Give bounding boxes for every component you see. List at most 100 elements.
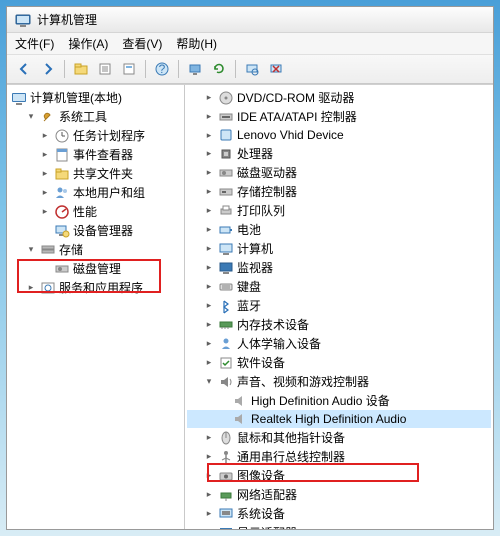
- scan-button[interactable]: [241, 58, 263, 80]
- expand-icon[interactable]: ▸: [203, 432, 215, 444]
- tree-local-users[interactable]: ▸ 本地用户和组: [9, 183, 182, 202]
- expand-icon[interactable]: ▸: [203, 470, 215, 482]
- disk_drives-icon: [218, 165, 234, 181]
- expand-icon[interactable]: ▸: [39, 149, 51, 161]
- expand-icon[interactable]: ▸: [203, 451, 215, 463]
- shared-folder-icon: [54, 166, 70, 182]
- collapse-icon[interactable]: ▾: [25, 244, 37, 256]
- device-category-computer[interactable]: ▸ 计算机: [187, 239, 491, 258]
- expand-icon[interactable]: ▸: [203, 167, 215, 179]
- collapse-icon[interactable]: ▾: [25, 111, 37, 123]
- device-category-label: 键盘: [237, 278, 261, 295]
- blank-expander: [39, 225, 51, 237]
- wrench-icon: [40, 109, 56, 125]
- expand-icon[interactable]: ▸: [203, 148, 215, 160]
- storage_ctrl-icon: [218, 184, 234, 200]
- back-button[interactable]: [13, 58, 35, 80]
- expand-icon[interactable]: ▸: [203, 243, 215, 255]
- device-category-ide[interactable]: ▸IDE ATA/ATAPI 控制器: [187, 107, 491, 126]
- expand-icon[interactable]: ▸: [203, 262, 215, 274]
- forward-button[interactable]: [37, 58, 59, 80]
- menu-file[interactable]: 文件(F): [15, 35, 54, 52]
- expand-icon[interactable]: ▸: [203, 338, 215, 350]
- filter-button[interactable]: [118, 58, 140, 80]
- expand-icon[interactable]: ▸: [203, 92, 215, 104]
- device-category-sound[interactable]: ▾ 声音、视频和游戏控制器: [187, 372, 491, 391]
- tree-services[interactable]: ▸ 服务和应用程序: [9, 278, 182, 297]
- tree-system-tools[interactable]: ▾ 系统工具: [9, 107, 182, 126]
- menu-help[interactable]: 帮助(H): [176, 35, 217, 52]
- tree-device-manager[interactable]: 设备管理器: [9, 221, 182, 240]
- expand-icon[interactable]: ▸: [203, 489, 215, 501]
- usb-icon: [218, 449, 234, 465]
- folder-button[interactable]: [70, 58, 92, 80]
- device-category-keyboard[interactable]: ▸ 键盘: [187, 277, 491, 296]
- device-category-system_dev[interactable]: ▸系统设备: [187, 504, 491, 523]
- device-category-battery[interactable]: ▸电池: [187, 220, 491, 239]
- expand-icon[interactable]: ▸: [39, 130, 51, 142]
- tree-task-scheduler[interactable]: ▸ 任务计划程序: [9, 126, 182, 145]
- device-category-usb[interactable]: ▸通用串行总线控制器: [187, 447, 491, 466]
- expand-icon[interactable]: ▸: [203, 281, 215, 293]
- device-category-label: 计算机: [237, 240, 273, 257]
- tree-storage[interactable]: ▾ 存储: [9, 240, 182, 259]
- menu-view[interactable]: 查看(V): [122, 35, 162, 52]
- tree-disk-mgmt[interactable]: 磁盘管理: [9, 259, 182, 278]
- separator: [235, 60, 236, 78]
- expand-icon[interactable]: ▸: [25, 282, 37, 294]
- device-category-storage_ctrl[interactable]: ▸存储控制器: [187, 182, 491, 201]
- device-category-memory_tech[interactable]: ▸内存技术设备: [187, 315, 491, 334]
- computer-icon-button[interactable]: [184, 58, 206, 80]
- device-category-lenovo[interactable]: ▸Lenovo Vhid Device: [187, 126, 491, 144]
- tree-shared-folders[interactable]: ▸ 共享文件夹: [9, 164, 182, 183]
- device-category-monitor[interactable]: ▸监视器: [187, 258, 491, 277]
- expand-icon[interactable]: ▸: [39, 187, 51, 199]
- uninstall-button[interactable]: [265, 58, 287, 80]
- computer-management-window: 计算机管理 文件(F) 操作(A) 查看(V) 帮助(H) ? 计算机管理(本地…: [6, 6, 494, 530]
- device-category-hid[interactable]: ▸人体学输入设备: [187, 334, 491, 353]
- expand-icon[interactable]: ▸: [203, 300, 215, 312]
- tree-event-viewer[interactable]: ▸ 事件查看器: [9, 145, 182, 164]
- device-category-display[interactable]: ▸显示适配器: [187, 523, 491, 529]
- expand-icon[interactable]: ▸: [203, 205, 215, 217]
- device-category-label: 图像设备: [237, 467, 285, 484]
- expand-icon[interactable]: ▸: [203, 224, 215, 236]
- blank-expander: [217, 413, 229, 425]
- tree-performance[interactable]: ▸ 性能: [9, 202, 182, 221]
- expand-icon[interactable]: ▸: [203, 319, 215, 331]
- device-category-software_dev[interactable]: ▸ 软件设备: [187, 353, 491, 372]
- device-category-label: 声音、视频和游戏控制器: [237, 373, 369, 390]
- device-category-print_queue[interactable]: ▸打印队列: [187, 201, 491, 220]
- expand-icon[interactable]: ▸: [39, 206, 51, 218]
- device-category-dvd[interactable]: ▸DVD/CD-ROM 驱动器: [187, 88, 491, 107]
- help-button[interactable]: ?: [151, 58, 173, 80]
- expand-icon[interactable]: ▸: [203, 527, 215, 530]
- device-category-label: 软件设备: [237, 354, 285, 371]
- device-item-realtek[interactable]: Realtek High Definition Audio: [187, 410, 491, 428]
- device-category-bluetooth[interactable]: ▸蓝牙: [187, 296, 491, 315]
- expand-icon[interactable]: ▸: [203, 508, 215, 520]
- task-scheduler-label: 任务计划程序: [73, 127, 145, 144]
- device-category-network[interactable]: ▸网络适配器: [187, 485, 491, 504]
- device-category-mouse[interactable]: ▸鼠标和其他指针设备: [187, 428, 491, 447]
- expand-icon[interactable]: ▸: [203, 111, 215, 123]
- right-tree-pane: ▸DVD/CD-ROM 驱动器▸IDE ATA/ATAPI 控制器▸Lenovo…: [185, 85, 493, 529]
- realtek-icon: [232, 411, 248, 427]
- users-icon: [54, 185, 70, 201]
- device-category-cpu[interactable]: ▸处理器: [187, 144, 491, 163]
- toolbar: ?: [7, 55, 493, 84]
- tree-root[interactable]: 计算机管理(本地): [9, 88, 182, 107]
- properties-button[interactable]: [94, 58, 116, 80]
- device-category-imaging[interactable]: ▸ 图像设备: [187, 466, 491, 485]
- memory_tech-icon: [218, 317, 234, 333]
- expand-icon[interactable]: ▸: [203, 357, 215, 369]
- device-category-disk_drives[interactable]: ▸磁盘驱动器: [187, 163, 491, 182]
- expand-icon[interactable]: ▸: [203, 186, 215, 198]
- expand-icon[interactable]: ▸: [39, 168, 51, 180]
- device-item-hd_audio[interactable]: High Definition Audio 设备: [187, 391, 491, 410]
- expand-icon[interactable]: ▸: [203, 129, 215, 141]
- device-manager-icon: [54, 223, 70, 239]
- menu-action[interactable]: 操作(A): [68, 35, 108, 52]
- refresh-button[interactable]: [208, 58, 230, 80]
- collapse-icon[interactable]: ▾: [203, 376, 215, 388]
